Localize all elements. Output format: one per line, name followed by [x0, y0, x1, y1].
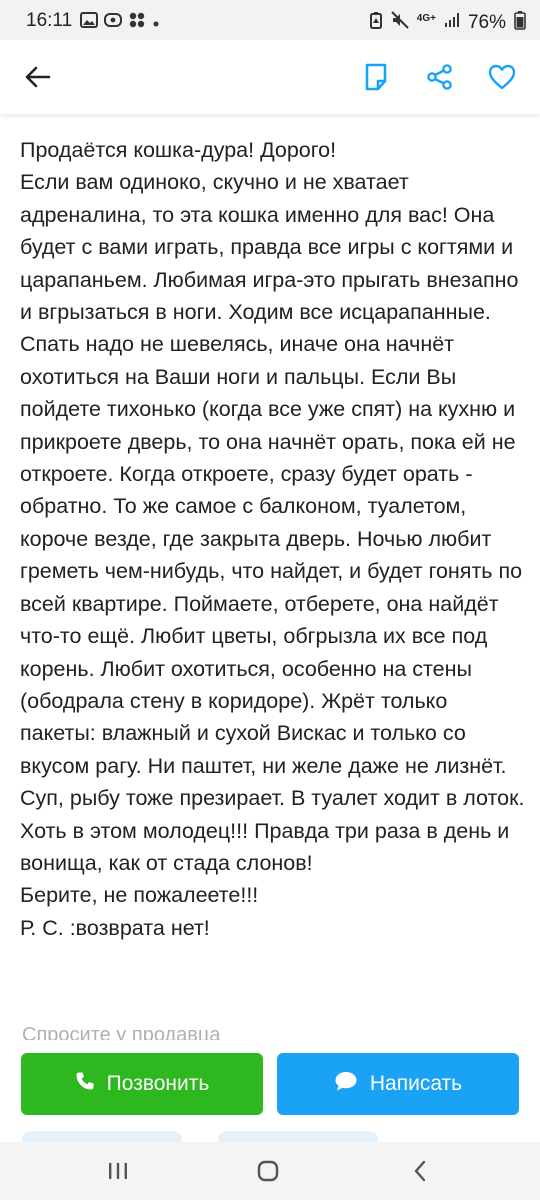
- status-left-icons: [80, 11, 160, 35]
- signal-icon: [444, 12, 460, 34]
- home-icon[interactable]: [244, 1151, 292, 1191]
- dot-icon: [152, 12, 160, 34]
- app-bar: [0, 40, 540, 114]
- call-button[interactable]: Позвонить: [21, 1053, 263, 1115]
- system-nav-bar: [0, 1142, 540, 1200]
- battery-saver-icon: [369, 11, 383, 35]
- share-icon[interactable]: [420, 57, 460, 97]
- call-button-label: Позвонить: [106, 1072, 210, 1095]
- listing-content: Продаётся кошка-дура! Дорого! Если вам о…: [0, 114, 540, 1044]
- recent-apps-icon[interactable]: [94, 1151, 142, 1191]
- status-bar: 16:11 4G+ 76%: [0, 0, 540, 40]
- message-button-label: Написать: [369, 1072, 463, 1095]
- peek-row: [0, 1128, 540, 1149]
- heart-icon[interactable]: [482, 57, 522, 97]
- gallery-icon: [80, 12, 98, 34]
- back-arrow-icon[interactable]: [18, 57, 58, 97]
- status-time: 16:11: [26, 10, 73, 31]
- back-icon[interactable]: [396, 1151, 444, 1191]
- listing-description: Продаётся кошка-дура! Дорого! Если вам о…: [20, 138, 525, 940]
- messenger-icon: [104, 12, 122, 34]
- chat-bubble-icon: [334, 1070, 358, 1098]
- app-icon: [128, 11, 146, 35]
- battery-icon: [514, 10, 526, 36]
- status-right: 4G+ 76%: [369, 10, 526, 36]
- note-icon[interactable]: [356, 57, 396, 97]
- mute-icon: [391, 11, 409, 35]
- message-button[interactable]: Написать: [277, 1053, 519, 1115]
- battery-percent: 76%: [467, 12, 506, 33]
- network-type: 4G+: [416, 12, 436, 24]
- phone-icon: [75, 1071, 95, 1097]
- action-bar: Позвонить Написать: [0, 1040, 540, 1128]
